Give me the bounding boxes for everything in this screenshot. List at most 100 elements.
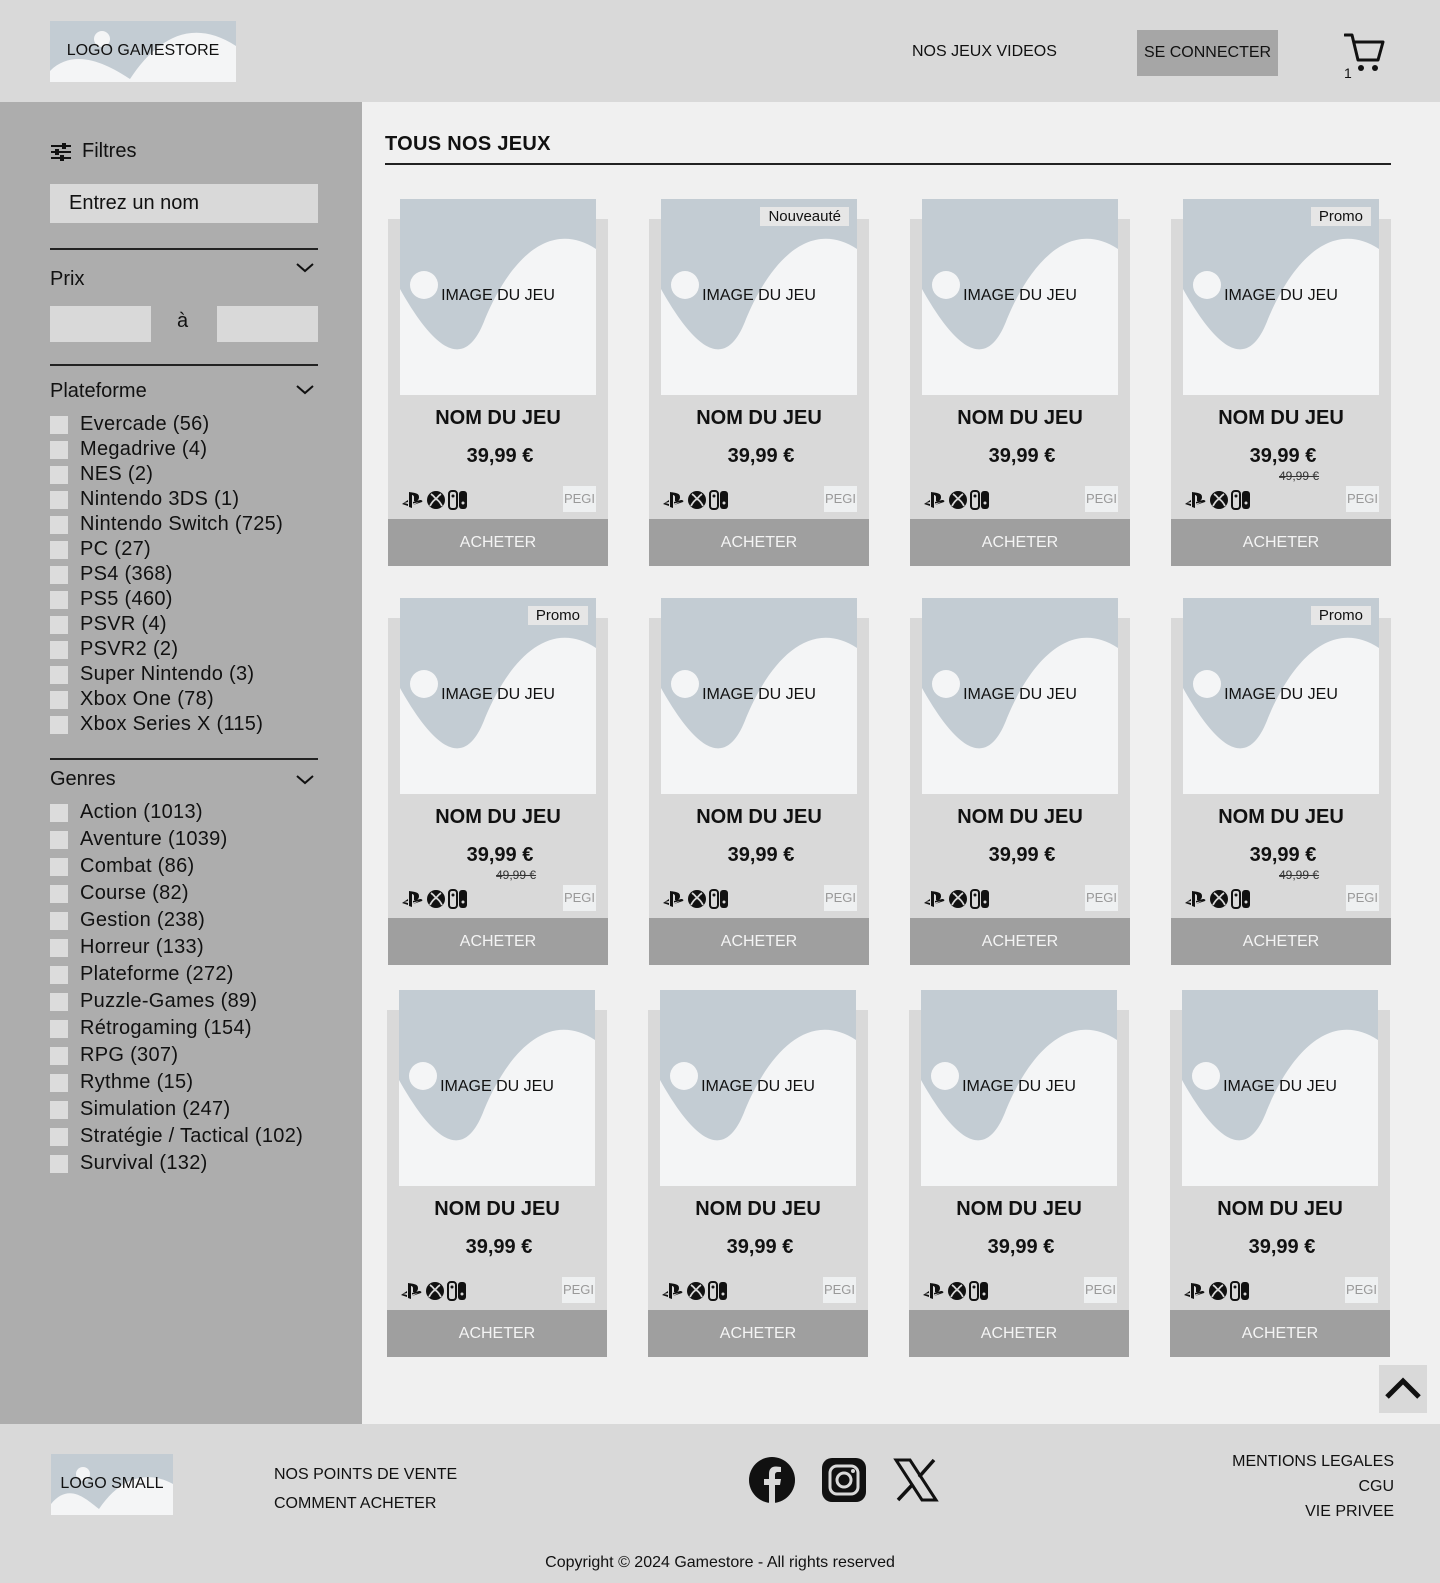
genre-checkbox[interactable]: Aventure (1039): [50, 826, 303, 853]
checkbox[interactable]: [50, 992, 68, 1011]
game-name[interactable]: NOM DU JEU: [1171, 806, 1391, 829]
genre-checkbox[interactable]: Action (1013): [50, 799, 303, 826]
buy-button[interactable]: ACHETER: [388, 519, 608, 566]
login-button[interactable]: SE CONNECTER: [1137, 30, 1278, 76]
platform-checkbox[interactable]: Nintendo Switch (725): [50, 512, 283, 537]
price-min-input[interactable]: [50, 306, 151, 342]
game-name[interactable]: NOM DU JEU: [387, 1198, 607, 1221]
buy-button[interactable]: ACHETER: [1170, 1310, 1390, 1357]
chevron-down-icon[interactable]: [296, 384, 314, 396]
instagram-icon[interactable]: [820, 1456, 868, 1504]
game-card[interactable]: IMAGE DU JEU NOM DU JEU 39,99 € PEGI ACHETER: [387, 990, 607, 1357]
game-image[interactable]: IMAGE DU JEU: [922, 598, 1118, 794]
buy-button[interactable]: ACHETER: [910, 918, 1130, 965]
buy-button[interactable]: ACHETER: [648, 1310, 868, 1357]
checkbox[interactable]: [50, 640, 68, 659]
checkbox[interactable]: [50, 565, 68, 584]
platform-checkbox[interactable]: Super Nintendo (3): [50, 662, 283, 687]
genre-checkbox[interactable]: Stratégie / Tactical (102): [50, 1123, 303, 1150]
platform-checkbox[interactable]: PSVR2 (2): [50, 637, 283, 662]
game-name[interactable]: NOM DU JEU: [648, 1198, 868, 1221]
logo-gamestore[interactable]: LOGO GAMESTORE: [50, 21, 236, 82]
game-card[interactable]: IMAGE DU JEU NOM DU JEU 39,99 € PEGI ACHETER: [649, 598, 869, 965]
buy-button[interactable]: ACHETER: [1171, 519, 1391, 566]
game-name[interactable]: NOM DU JEU: [649, 407, 869, 430]
game-name[interactable]: NOM DU JEU: [909, 1198, 1129, 1221]
chevron-down-icon[interactable]: [296, 262, 314, 274]
buy-button[interactable]: ACHETER: [649, 519, 869, 566]
buy-button[interactable]: ACHETER: [910, 519, 1130, 566]
logo-small[interactable]: LOGO SMALL: [51, 1454, 173, 1515]
genre-checkbox[interactable]: Gestion (238): [50, 907, 303, 934]
game-card[interactable]: IMAGE DU JEU Promo NOM DU JEU 39,99 € 49,99 …: [1171, 199, 1391, 566]
checkbox[interactable]: [50, 1073, 68, 1092]
game-card[interactable]: IMAGE DU JEU NOM DU JEU 39,99 € PEGI ACHETER: [910, 598, 1130, 965]
genre-checkbox[interactable]: Plateforme (272): [50, 961, 303, 988]
checkbox[interactable]: [50, 803, 68, 822]
checkbox[interactable]: [50, 440, 68, 459]
checkbox[interactable]: [50, 1127, 68, 1146]
footer-link-how-to-buy[interactable]: COMMENT ACHETER: [274, 1489, 457, 1518]
genre-checkbox[interactable]: RPG (307): [50, 1042, 303, 1069]
nav-link-games[interactable]: NOS JEUX VIDEOS: [912, 43, 1057, 61]
game-card[interactable]: IMAGE DU JEU NOM DU JEU 39,99 € PEGI ACHETER: [648, 990, 868, 1357]
game-name[interactable]: NOM DU JEU: [388, 806, 608, 829]
checkbox[interactable]: [50, 540, 68, 559]
checkbox[interactable]: [50, 590, 68, 609]
back-to-top-button[interactable]: [1379, 1365, 1427, 1413]
platform-checkbox[interactable]: PS4 (368): [50, 562, 283, 587]
platform-checkbox[interactable]: PC (27): [50, 537, 283, 562]
genre-checkbox[interactable]: Simulation (247): [50, 1096, 303, 1123]
game-card[interactable]: IMAGE DU JEU Nouveauté NOM DU JEU 39,99 € PE…: [649, 199, 869, 566]
price-max-input[interactable]: [217, 306, 318, 342]
genre-checkbox[interactable]: Combat (86): [50, 853, 303, 880]
game-name[interactable]: NOM DU JEU: [1171, 407, 1391, 430]
game-image[interactable]: IMAGE DU JEU: [661, 598, 857, 794]
facebook-icon[interactable]: [748, 1456, 796, 1504]
game-name[interactable]: NOM DU JEU: [1170, 1198, 1390, 1221]
platform-checkbox[interactable]: NES (2): [50, 462, 283, 487]
game-card[interactable]: IMAGE DU JEU Promo NOM DU JEU 39,99 € 49,99 …: [1171, 598, 1391, 965]
checkbox[interactable]: [50, 690, 68, 709]
platform-checkbox[interactable]: PSVR (4): [50, 612, 283, 637]
game-name[interactable]: NOM DU JEU: [910, 806, 1130, 829]
buy-button[interactable]: ACHETER: [909, 1310, 1129, 1357]
genre-checkbox[interactable]: Survival (132): [50, 1150, 303, 1177]
game-name[interactable]: NOM DU JEU: [388, 407, 608, 430]
checkbox[interactable]: [50, 615, 68, 634]
game-image[interactable]: IMAGE DU JEU: [400, 199, 596, 395]
genre-checkbox[interactable]: Rétrogaming (154): [50, 1015, 303, 1042]
search-input[interactable]: [50, 184, 318, 223]
checkbox[interactable]: [50, 1019, 68, 1038]
checkbox[interactable]: [50, 1046, 68, 1065]
game-card[interactable]: IMAGE DU JEU Promo NOM DU JEU 39,99 € 49,99 …: [388, 598, 608, 965]
genre-checkbox[interactable]: Course (82): [50, 880, 303, 907]
genre-checkbox[interactable]: Puzzle-Games (89): [50, 988, 303, 1015]
footer-link-privacy[interactable]: VIE PRIVEE: [1232, 1499, 1394, 1524]
game-card[interactable]: IMAGE DU JEU NOM DU JEU 39,99 € PEGI ACHETER: [910, 199, 1130, 566]
checkbox[interactable]: [50, 857, 68, 876]
platform-checkbox[interactable]: Evercade (56): [50, 412, 283, 437]
platform-checkbox[interactable]: PS5 (460): [50, 587, 283, 612]
checkbox[interactable]: [50, 1154, 68, 1173]
game-card[interactable]: IMAGE DU JEU NOM DU JEU 39,99 € PEGI ACHETER: [1170, 990, 1390, 1357]
checkbox[interactable]: [50, 515, 68, 534]
buy-button[interactable]: ACHETER: [388, 918, 608, 965]
checkbox[interactable]: [50, 490, 68, 509]
checkbox[interactable]: [50, 911, 68, 930]
platform-checkbox[interactable]: Xbox One (78): [50, 687, 283, 712]
footer-link-legal[interactable]: MENTIONS LEGALES: [1232, 1449, 1394, 1474]
game-name[interactable]: NOM DU JEU: [910, 407, 1130, 430]
platform-checkbox[interactable]: Megadrive (4): [50, 437, 283, 462]
buy-button[interactable]: ACHETER: [387, 1310, 607, 1357]
game-name[interactable]: NOM DU JEU: [649, 806, 869, 829]
game-image[interactable]: IMAGE DU JEU: [1182, 990, 1378, 1186]
game-image[interactable]: IMAGE DU JEU Promo: [1183, 199, 1379, 395]
game-image[interactable]: IMAGE DU JEU Promo: [1183, 598, 1379, 794]
platform-checkbox[interactable]: Xbox Series X (115): [50, 712, 283, 737]
game-image[interactable]: IMAGE DU JEU: [399, 990, 595, 1186]
checkbox[interactable]: [50, 415, 68, 434]
checkbox[interactable]: [50, 715, 68, 734]
checkbox[interactable]: [50, 965, 68, 984]
game-card[interactable]: IMAGE DU JEU NOM DU JEU 39,99 € PEGI ACHETER: [909, 990, 1129, 1357]
